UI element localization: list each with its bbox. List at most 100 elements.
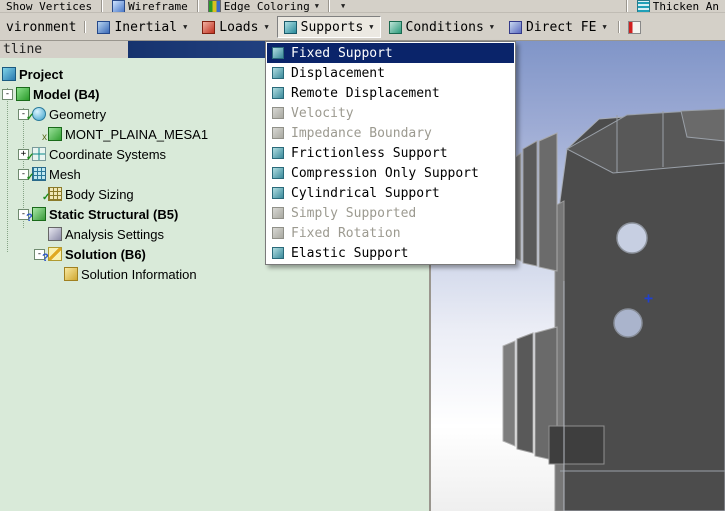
solid-body-icon: x — [42, 127, 62, 143]
hidden-badge: x — [42, 132, 47, 143]
menu-item-remote-displacement[interactable]: Remote Displacement — [267, 83, 514, 103]
menu-item-displacement[interactable]: Displacement — [267, 63, 514, 83]
thicken-annotations-icon — [636, 0, 650, 12]
check-badge: ✓ — [26, 172, 35, 183]
menu-item-simply-supported[interactable]: Simply Supported — [267, 203, 514, 223]
outline-title: tline — [3, 42, 43, 57]
check-badge: ✓ — [26, 112, 35, 123]
tree-item-label: Body Sizing — [65, 186, 134, 202]
menu-item-fixed-support[interactable]: Fixed Support — [267, 43, 514, 63]
menu-item-label: Frictionless Support — [291, 145, 448, 161]
tree-item-label: Model (B4) — [33, 86, 100, 102]
tree-item-solution-information[interactable]: Solution Information — [0, 264, 429, 284]
menu-item-label: Fixed Rotation — [291, 225, 401, 241]
edge-thickness-dropdown[interactable]: ▼ — [335, 0, 349, 12]
conditions-icon — [388, 20, 402, 34]
menu-item-cylindrical-support[interactable]: Cylindrical Support — [267, 183, 514, 203]
collapse-icon[interactable]: - — [2, 88, 13, 100]
thicken-annotations-label: Thicken An — [652, 0, 719, 13]
menu-item-fixed-rotation[interactable]: Fixed Rotation — [267, 223, 514, 243]
direct-fe-label: Direct FE — [526, 19, 597, 35]
toolbar-separator — [625, 0, 628, 12]
chevron-down-icon: ▼ — [183, 23, 188, 31]
geometry-icon: ✓ — [26, 107, 46, 123]
graphics-toolbar: Show Vertices Wireframe Edge Coloring ▼ … — [0, 0, 725, 13]
check-badge: ✓ — [26, 152, 35, 163]
direct-fe-button[interactable]: Direct FE ▼ — [502, 16, 614, 38]
fixed-rotation-icon — [272, 227, 284, 239]
tree-item-label: Project — [19, 66, 64, 82]
toolbar-separator — [328, 0, 331, 12]
static-structural-icon: ? — [26, 207, 46, 224]
tree-item-label: Static Structural (B5) — [49, 206, 179, 222]
menu-item-label: Simply Supported — [291, 205, 417, 221]
environment-label: vironment — [6, 19, 77, 35]
mechanical-window: Show Vertices Wireframe Edge Coloring ▼ … — [0, 0, 725, 511]
wireframe-button[interactable]: Wireframe — [108, 0, 192, 12]
coordinate-systems-icon: ✓ — [26, 147, 46, 163]
inertial-button[interactable]: Inertial ▼ — [90, 16, 194, 38]
menu-item-velocity[interactable]: Velocity — [267, 103, 514, 123]
question-badge: ? — [42, 252, 49, 264]
supports-icon — [283, 20, 297, 34]
inertial-icon — [97, 20, 111, 34]
chevron-down-icon: ▼ — [341, 2, 346, 10]
edge-coloring-label: Edge Coloring — [223, 0, 310, 13]
menu-item-label: Cylindrical Support — [291, 185, 440, 201]
loads-button[interactable]: Loads ▼ — [195, 16, 275, 38]
supports-label: Supports — [300, 19, 364, 35]
menu-item-label: Impedance Boundary — [291, 125, 432, 141]
tree-item-label: Solution (B6) — [65, 246, 146, 262]
chevron-down-icon: ▼ — [264, 23, 269, 31]
chevron-down-icon: ▼ — [369, 23, 374, 31]
impedance-boundary-icon — [272, 127, 284, 139]
conditions-button[interactable]: Conditions ▼ — [382, 16, 502, 38]
simply-supported-icon — [272, 207, 284, 219]
remote-displacement-icon — [272, 87, 284, 99]
analysis-settings-icon — [48, 227, 62, 241]
fixed-support-icon — [272, 47, 284, 59]
frictionless-support-icon — [272, 147, 284, 159]
tree-item-label: Geometry — [49, 106, 107, 122]
menu-item-frictionless-support[interactable]: Frictionless Support — [267, 143, 514, 163]
displacement-icon — [272, 67, 284, 79]
supports-button[interactable]: Supports ▼ — [276, 16, 381, 38]
solution-information-icon — [64, 267, 78, 281]
show-vertices-button[interactable]: Show Vertices — [2, 0, 96, 12]
worksheet-button[interactable] — [624, 14, 645, 40]
toolbar-separator — [101, 0, 104, 12]
wireframe-label: Wireframe — [128, 0, 188, 13]
menu-item-label: Remote Displacement — [291, 85, 440, 101]
loads-label: Loads — [219, 19, 259, 35]
tree-item-label: Analysis Settings — [65, 226, 164, 242]
model-icon — [16, 87, 30, 101]
menu-item-compression-only-support[interactable]: Compression Only Support — [267, 163, 514, 183]
chevron-down-icon: ▼ — [314, 2, 320, 10]
question-badge: ? — [26, 212, 33, 224]
loads-icon — [202, 20, 216, 34]
selection-cross-icon: + — [644, 289, 654, 307]
conditions-label: Conditions — [405, 19, 484, 35]
edge-coloring-button[interactable]: Edge Coloring ▼ — [204, 0, 323, 12]
check-badge: ✓ — [42, 192, 51, 203]
thicken-annotations-button[interactable]: Thicken An — [633, 0, 723, 12]
menu-item-label: Fixed Support — [291, 45, 393, 61]
tree-item-label: Coordinate Systems — [49, 146, 167, 162]
cylindrical-support-icon — [272, 187, 284, 199]
elastic-support-icon — [272, 247, 284, 259]
menu-item-impedance-boundary[interactable]: Impedance Boundary — [267, 123, 514, 143]
wireframe-icon — [112, 0, 126, 12]
edge-coloring-icon — [207, 0, 221, 12]
menu-item-label: Compression Only Support — [291, 165, 479, 181]
chevron-down-icon: ▼ — [489, 23, 494, 31]
menu-item-label: Velocity — [291, 105, 354, 121]
velocity-icon — [272, 107, 284, 119]
toolbar-separator — [617, 21, 620, 33]
chevron-down-icon: ▼ — [602, 23, 607, 31]
menu-item-label: Elastic Support — [291, 245, 409, 261]
show-vertices-label: Show Vertices — [6, 0, 93, 13]
worksheet-icon — [627, 20, 641, 34]
menu-item-label: Displacement — [291, 65, 385, 81]
compression-only-support-icon — [272, 167, 284, 179]
menu-item-elastic-support[interactable]: Elastic Support — [267, 243, 514, 263]
